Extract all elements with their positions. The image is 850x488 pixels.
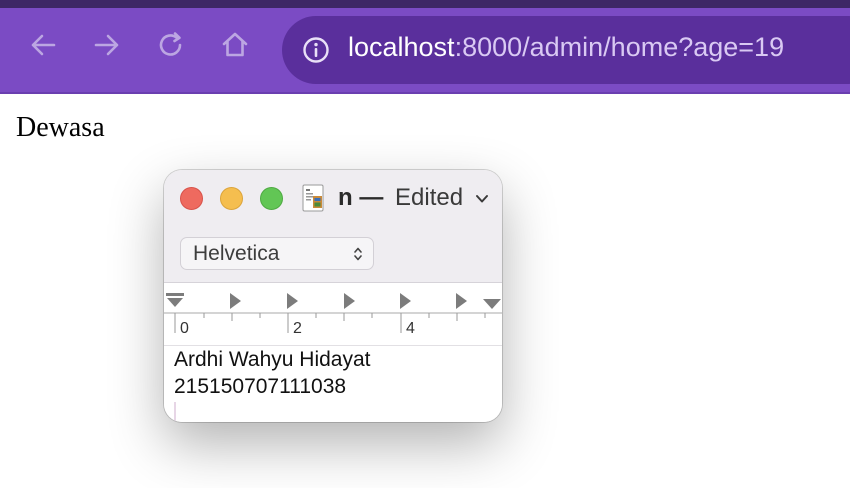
textedit-window: n — Edited Helvetica 0 2 4 Ardhi Wahyu H… xyxy=(164,170,502,422)
close-window-button[interactable] xyxy=(180,187,203,210)
up-down-chevron-icon xyxy=(354,247,362,261)
url-host: localhost xyxy=(348,32,455,62)
zoom-window-button[interactable] xyxy=(260,187,283,210)
right-margin-marker[interactable] xyxy=(483,299,501,309)
window-title: n — xyxy=(338,184,384,211)
ruler-graphics xyxy=(164,293,502,333)
ruler-label-4: 4 xyxy=(406,320,415,337)
reload-icon xyxy=(159,32,182,56)
forward-button[interactable] xyxy=(92,30,122,60)
edited-status[interactable]: Edited xyxy=(395,184,463,212)
home-icon xyxy=(222,32,248,57)
font-family-select[interactable]: Helvetica xyxy=(180,237,374,270)
document-icon xyxy=(302,184,324,212)
back-arrow-icon xyxy=(31,34,56,56)
url-path: :8000/admin/home?age=19 xyxy=(454,32,785,62)
toolbar-border xyxy=(0,92,850,94)
page-body-text: Dewasa xyxy=(16,112,105,143)
font-family-label: Helvetica xyxy=(193,242,280,265)
first-line-indent-marker[interactable] xyxy=(166,293,184,307)
url-text[interactable]: localhost:8000/admin/home?age=19 xyxy=(348,32,784,63)
minimize-window-button[interactable] xyxy=(220,187,243,210)
window-titlebar[interactable]: n — Edited Helvetica xyxy=(164,170,502,283)
document-text-area[interactable]: Ardhi Wahyu Hidayat 215150707111038 xyxy=(164,346,502,422)
document-line-2[interactable]: 215150707111038 xyxy=(174,375,346,399)
info-icon[interactable] xyxy=(302,36,330,64)
ruler-label-2: 2 xyxy=(293,320,302,337)
reload-button[interactable] xyxy=(156,30,186,60)
back-button[interactable] xyxy=(28,30,58,60)
document-line-1[interactable]: Ardhi Wahyu Hidayat xyxy=(174,348,370,372)
home-button[interactable] xyxy=(220,30,250,60)
text-caret xyxy=(174,402,176,422)
tab-stop-markers[interactable] xyxy=(230,293,467,309)
forward-arrow-icon xyxy=(94,34,119,56)
ruler[interactable]: 0 2 4 xyxy=(164,283,502,346)
window-top-strip xyxy=(0,0,850,8)
ruler-label-0: 0 xyxy=(180,320,189,337)
chevron-down-icon[interactable] xyxy=(475,194,489,204)
